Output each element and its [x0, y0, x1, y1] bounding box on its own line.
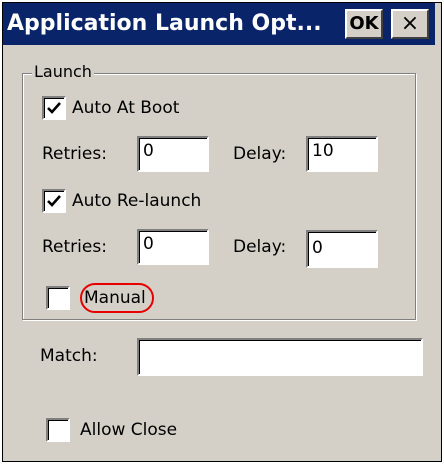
- manual-label: Manual: [84, 288, 146, 308]
- match-label: Match:: [40, 346, 98, 366]
- relaunch-delay-label: Delay:: [233, 237, 287, 257]
- match-input[interactable]: [137, 338, 423, 376]
- manual-checkbox[interactable]: [46, 286, 70, 310]
- allow-close-label: Allow Close: [80, 420, 178, 440]
- auto-at-boot-label: Auto At Boot: [72, 98, 180, 118]
- close-button[interactable]: ×: [391, 9, 429, 39]
- auto-relaunch-checkbox[interactable]: [42, 189, 66, 213]
- boot-retries-label: Retries:: [42, 144, 107, 164]
- relaunch-delay-input[interactable]: 0: [306, 230, 378, 268]
- relaunch-retries-label: Retries:: [42, 237, 107, 257]
- launch-group-label: Launch: [32, 62, 94, 82]
- checkmark-icon: [47, 195, 61, 207]
- window-title: Application Launch Opt...: [7, 11, 322, 36]
- auto-at-boot-checkbox[interactable]: [42, 96, 66, 120]
- relaunch-retries-input[interactable]: 0: [137, 229, 209, 265]
- title-bar: Application Launch Opt... OK ×: [3, 3, 435, 45]
- checkmark-icon: [47, 102, 61, 114]
- allow-close-checkbox[interactable]: [46, 418, 70, 442]
- auto-relaunch-label: Auto Re-launch: [72, 191, 202, 211]
- boot-delay-label: Delay:: [233, 144, 287, 164]
- boot-retries-input[interactable]: 0: [137, 136, 209, 172]
- boot-delay-input[interactable]: 10: [306, 136, 378, 172]
- ok-button[interactable]: OK: [345, 9, 383, 39]
